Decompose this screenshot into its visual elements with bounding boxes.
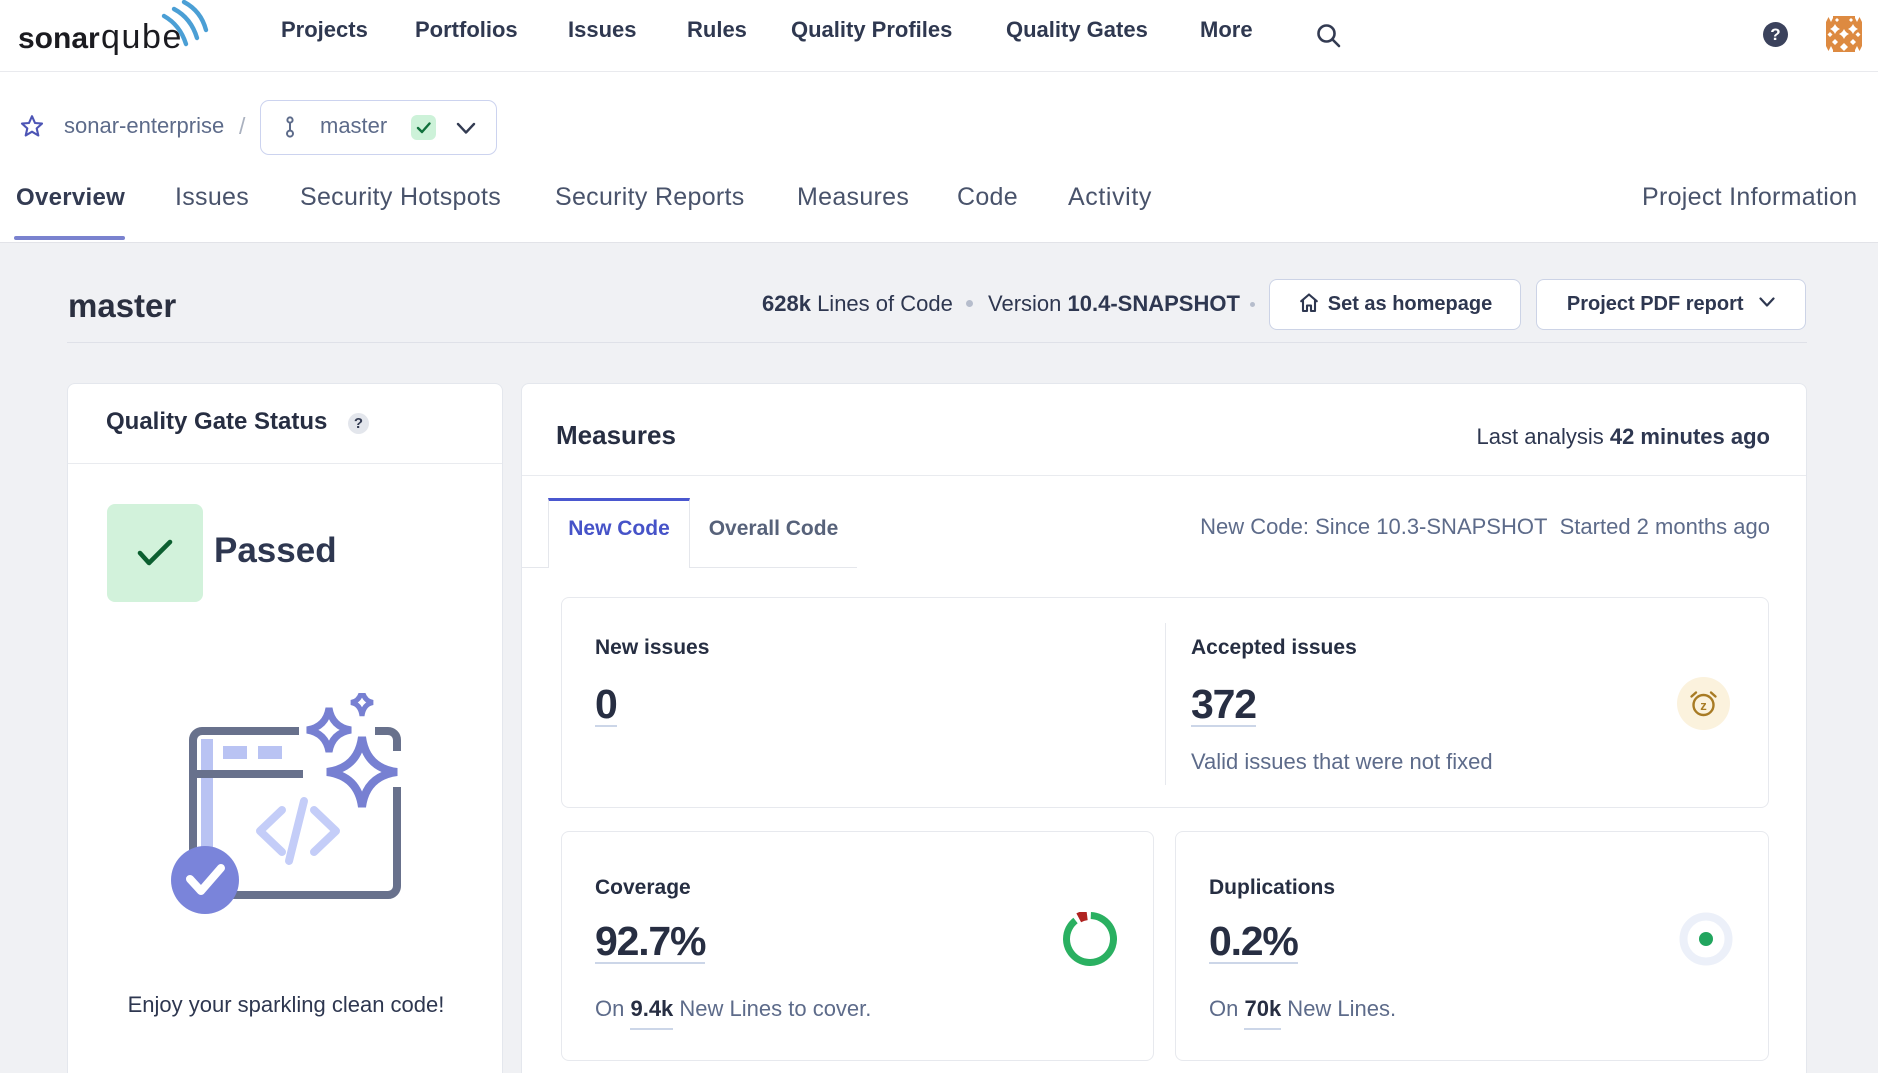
svg-text:sonar: sonar bbox=[18, 22, 100, 55]
svg-text:z: z bbox=[1700, 698, 1707, 713]
svg-text:qube: qube bbox=[101, 18, 183, 56]
